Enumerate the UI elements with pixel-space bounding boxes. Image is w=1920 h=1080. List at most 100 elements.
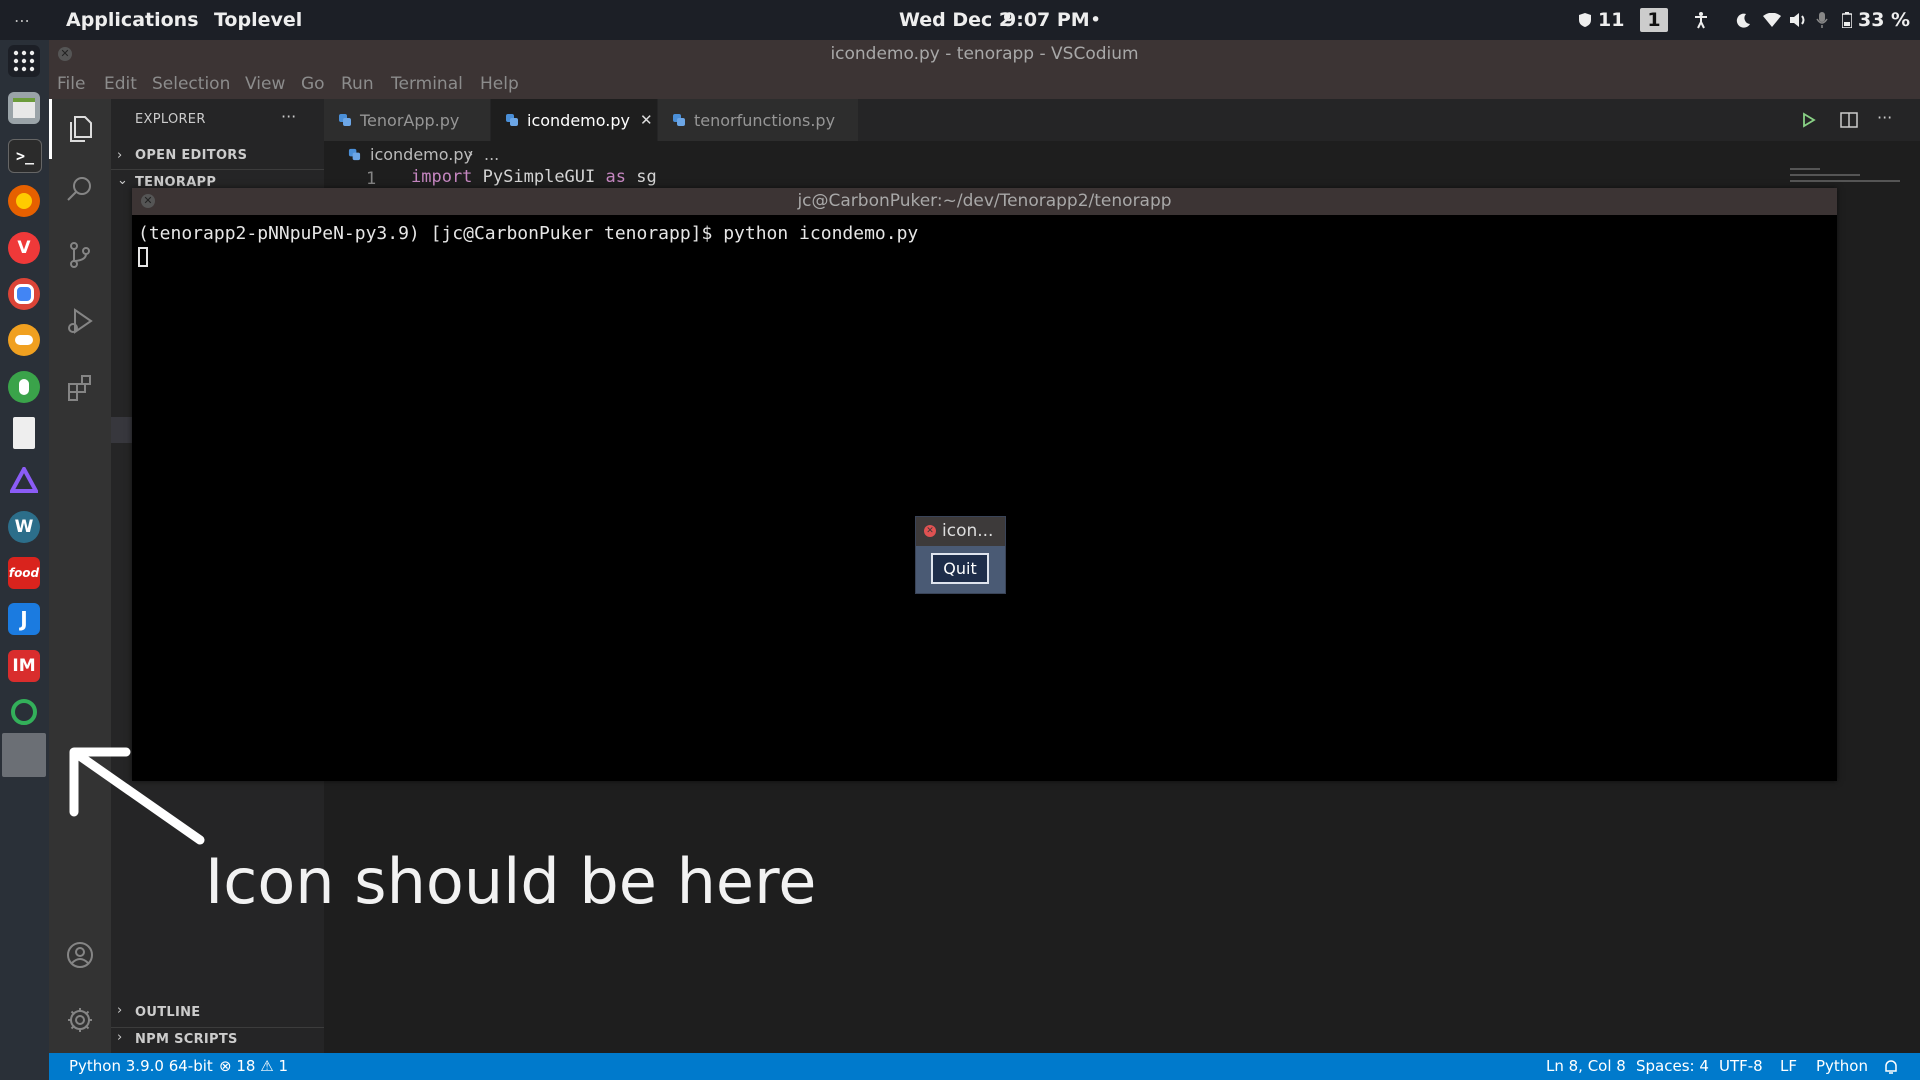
problems-indicator[interactable]: ⊗ 18 ⚠ 1 [219,1053,288,1080]
breadcrumb-file[interactable]: icondemo.py [370,145,473,164]
annotation-text: Icon should be here [205,845,817,918]
bubble-app-icon[interactable] [8,696,40,728]
settings-gear-icon[interactable] [49,990,111,1050]
food-app-icon[interactable]: food [8,557,40,589]
app-grid-icon[interactable] [8,45,40,77]
divider [111,169,324,170]
explorer-icon[interactable] [49,99,111,159]
menu-help[interactable]: Help [480,74,519,94]
battery-icon[interactable] [1842,0,1852,40]
close-icon[interactable]: ✕ [924,525,936,537]
close-icon[interactable]: ✕ [141,194,155,208]
line-number: 1 [366,169,377,189]
code-line[interactable]: 1 import PySimpleGUI as sg [324,166,1920,190]
pysimplegui-window[interactable]: ✕ icon... Quit [915,516,1006,594]
window-title: icondemo.py - tenorapp - VSCodium [830,44,1139,64]
keyword: import [411,167,473,187]
keepassxc-icon[interactable] [8,371,40,403]
extensions-icon[interactable] [49,357,111,417]
minimap[interactable] [1790,168,1902,188]
shield-icon[interactable] [1578,0,1592,40]
applications-menu[interactable]: Applications [66,0,199,40]
toplevel-label[interactable]: Toplevel [214,0,302,40]
python-interpreter[interactable]: Python 3.9.0 64-bit [69,1053,213,1080]
editor-tabs: TenorApp.py icondemo.py ✕ tenorfunctions… [324,99,1920,141]
microphone-icon[interactable] [1816,0,1828,40]
npm-scripts-section[interactable]: NPM SCRIPTS [135,1032,238,1047]
im-app-icon[interactable]: IM [8,650,40,682]
tab-close-icon[interactable]: ✕ [640,111,653,129]
error-icon: ⊗ [219,1057,232,1075]
clock-time[interactable]: 9:07 PM [1003,0,1090,40]
bell-icon[interactable] [1883,1053,1899,1080]
joplin-icon[interactable]: J [8,603,40,635]
workspace-indicator[interactable]: 1 [1640,0,1668,40]
vivaldi-icon[interactable]: V [8,232,40,264]
menu-selection[interactable]: Selection [152,74,230,94]
source-control-icon[interactable] [49,225,111,285]
open-editors-section[interactable]: OPEN EDITORS [135,148,247,163]
top-panel: ⋯ Applications Toplevel Wed Dec 2 9:07 P… [0,0,1920,40]
accounts-icon[interactable] [49,925,111,985]
annotation-arrow [69,747,205,845]
dock: >_ V W food J IM [0,40,49,1080]
quit-button[interactable]: Quit [931,553,989,584]
tab-tenorfunctions[interactable]: tenorfunctions.py [658,99,859,141]
terminal-icon[interactable]: >_ [8,139,42,173]
module-name: PySimpleGUI [482,167,596,187]
selected-row-indicator [111,417,132,443]
tab-icondemo[interactable]: icondemo.py ✕ [491,99,658,141]
activity-bar [49,99,111,1053]
chevron-right-icon[interactable]: › [117,1003,122,1018]
keyword: as [605,167,626,187]
divider [111,1027,324,1028]
menu-file[interactable]: File [57,74,85,94]
indentation[interactable]: Spaces: 4 [1636,1053,1709,1080]
chevron-down-icon[interactable]: ⌄ [117,173,128,188]
outline-section[interactable]: OUTLINE [135,1005,200,1020]
encoding[interactable]: UTF-8 [1719,1053,1763,1080]
status-bar: Python 3.9.0 64-bit ⊗ 18 ⚠ 1 Ln 8, Col 8… [49,1053,1920,1080]
language-mode[interactable]: Python [1816,1053,1868,1080]
cursor-position[interactable]: Ln 8, Col 8 [1546,1053,1626,1080]
tab-label: icondemo.py [527,110,630,130]
tab-tenorapp[interactable]: TenorApp.py [324,99,491,141]
triangle-app-icon[interactable] [8,464,40,496]
python-file-icon [348,148,361,161]
line-ending[interactable]: LF [1780,1053,1797,1080]
alias-name: sg [636,167,657,187]
split-editor-icon[interactable] [1840,112,1858,132]
chat-icon[interactable] [8,324,40,356]
accessibility-icon[interactable] [1693,0,1709,40]
menu-terminal[interactable]: Terminal [391,74,463,94]
menu-view[interactable]: View [245,74,285,94]
chrome-icon[interactable] [8,278,40,310]
warning-icon: ⚠ [260,1057,274,1075]
more-actions-icon[interactable]: ··· [281,107,296,126]
volume-icon[interactable] [1789,0,1807,40]
breadcrumb: icondemo.py › ... [324,141,1920,169]
firefox-icon[interactable] [8,185,40,217]
wifi-icon[interactable] [1763,0,1781,40]
file-manager-icon[interactable] [8,92,40,124]
error-count: 18 [236,1057,256,1075]
chevron-right-icon[interactable]: › [117,1030,122,1045]
menu-run[interactable]: Run [341,74,374,94]
missing-app-icon[interactable] [2,733,46,777]
overflow-icon[interactable]: ⋯ [14,0,30,40]
menu-edit[interactable]: Edit [104,74,137,94]
breadcrumb-more[interactable]: ... [484,145,499,164]
chevron-right-icon: › [467,144,474,163]
text-editor-icon[interactable] [13,417,35,449]
run-file-icon[interactable] [1801,112,1817,132]
terminal-window[interactable]: ✕ jc@CarbonPuker:~/dev/Tenorapp2/tenorap… [132,188,1837,781]
clock-date[interactable]: Wed Dec 2 [899,0,1012,40]
search-icon[interactable] [49,159,111,219]
more-actions-icon[interactable]: ··· [1877,108,1892,127]
writer-icon[interactable]: W [8,511,40,543]
tab-label: tenorfunctions.py [694,110,836,130]
menu-go[interactable]: Go [301,74,325,94]
run-debug-icon[interactable] [49,291,111,351]
chevron-right-icon[interactable]: › [117,148,122,163]
night-light-icon[interactable] [1736,0,1752,40]
